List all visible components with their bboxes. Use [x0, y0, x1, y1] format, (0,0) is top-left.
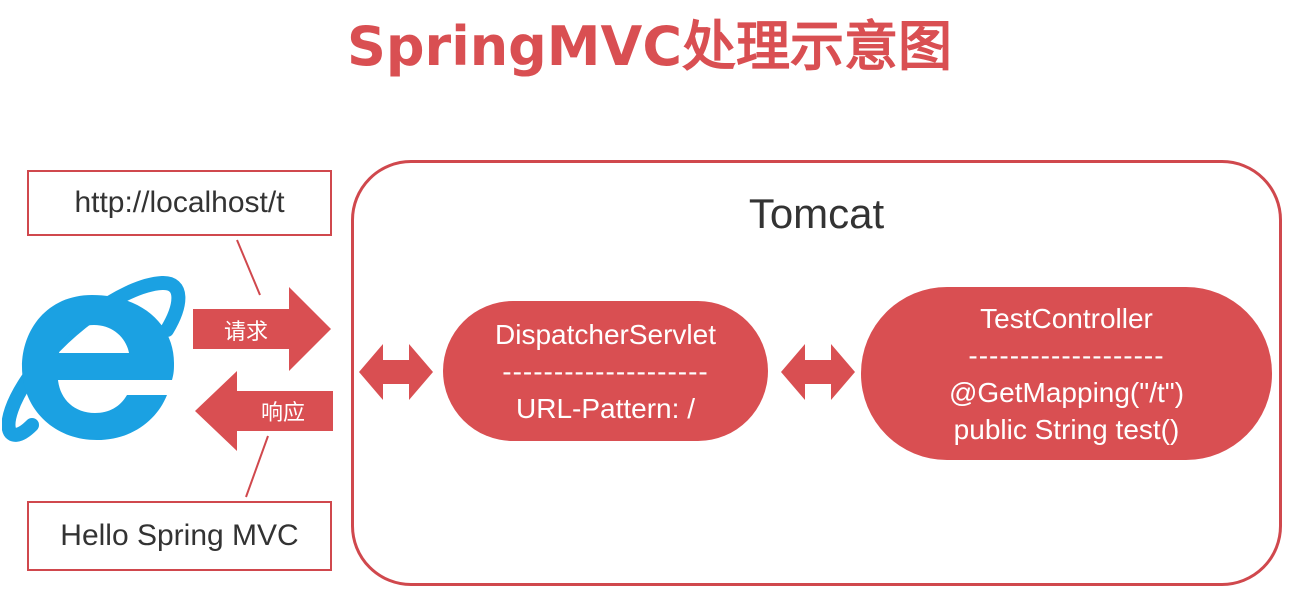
response-label: 响应 [260, 401, 305, 426]
dispatcher-servlet-node: DispatcherServlet -------------------- U… [443, 301, 768, 441]
controller-mapping: @GetMapping("/t") [948, 376, 1185, 408]
url-text: http://localhost/t [74, 186, 285, 219]
response-text: Hello Spring MVC [60, 519, 299, 552]
dispatcher-pattern: URL-Pattern: / [516, 392, 695, 424]
tomcat-label: Tomcat [748, 190, 885, 237]
controller-divider: ------------------- [968, 339, 1165, 371]
url-box: http://localhost/t [27, 170, 332, 236]
double-arrow-dispatcher-controller [781, 344, 855, 400]
internet-explorer-icon [2, 276, 186, 442]
dispatcher-name: DispatcherServlet [495, 318, 716, 350]
response-box: Hello Spring MVC [27, 501, 332, 571]
double-arrow-client-dispatcher [359, 344, 433, 400]
controller-name: TestController [980, 302, 1153, 334]
test-controller-node: TestController ------------------- @GetM… [861, 287, 1272, 460]
dispatcher-divider: -------------------- [502, 355, 709, 387]
request-label: 请求 [223, 320, 268, 345]
controller-method: public String test() [953, 413, 1180, 445]
